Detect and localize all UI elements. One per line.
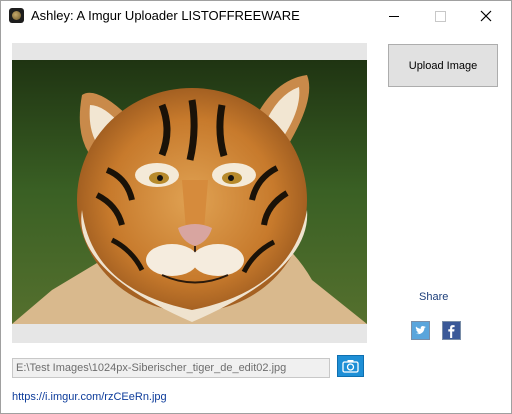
maximize-button[interactable]: [417, 1, 463, 31]
minimize-button[interactable]: [371, 1, 417, 31]
share-facebook-button[interactable]: [442, 321, 461, 340]
minimize-icon: [389, 15, 399, 17]
maximize-icon: [434, 10, 446, 22]
app-logo-icon: [9, 8, 24, 23]
share-twitter-button[interactable]: [411, 321, 430, 340]
file-path-field[interactable]: E:\Test Images\1024px-Siberischer_tiger_…: [12, 358, 330, 378]
title-bar: Ashley: A Imgur Uploader LISTOFFREEWARE: [1, 1, 511, 31]
uploaded-image-link[interactable]: https://i.imgur.com/rzCEeRn.jpg: [12, 391, 167, 403]
app-window: Ashley: A Imgur Uploader LISTOFFREEWARE: [0, 0, 512, 414]
upload-image-button[interactable]: Upload Image: [388, 44, 498, 87]
image-preview: [12, 60, 367, 324]
watermark-text: LISTOFFREEWARE: [181, 8, 300, 23]
close-icon: [480, 10, 492, 22]
window-title: Ashley: A Imgur Uploader LISTOFFREEWARE: [31, 8, 300, 23]
window-title-text: Ashley: A Imgur Uploader: [31, 8, 178, 23]
twitter-icon: [415, 325, 426, 335]
facebook-icon: [448, 325, 455, 338]
close-button[interactable]: [463, 1, 509, 31]
share-label: Share: [419, 291, 449, 303]
browse-image-button[interactable]: [337, 355, 364, 377]
camera-icon: [342, 360, 359, 373]
